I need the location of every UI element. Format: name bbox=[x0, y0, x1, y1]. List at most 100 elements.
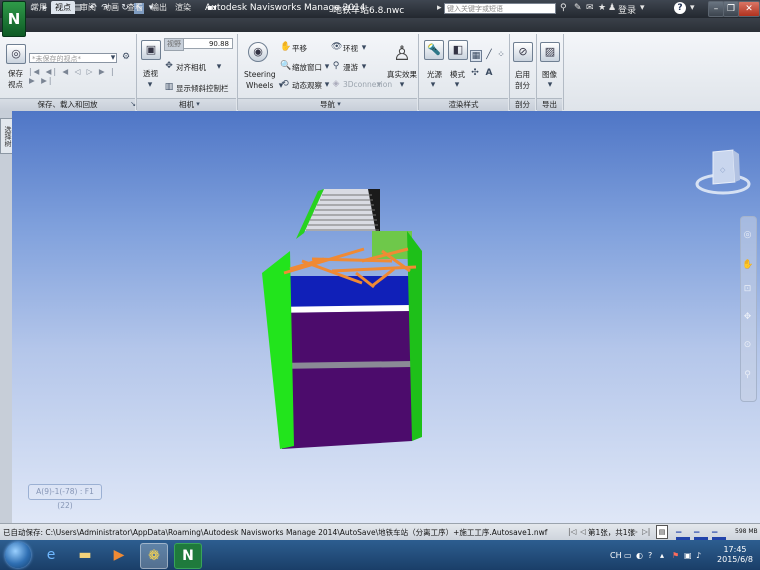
search-expand-icon[interactable]: ▸ bbox=[437, 3, 442, 13]
look-around-dropdown-icon[interactable]: ▾ bbox=[359, 43, 369, 53]
perspective-dropdown-icon[interactable]: ▾ bbox=[145, 80, 155, 90]
enable-section-icon[interactable]: ⊘ bbox=[513, 42, 533, 62]
user-icon-2[interactable]: ♟ bbox=[608, 3, 616, 13]
navisworks-taskbar-icon[interactable]: N bbox=[174, 543, 202, 569]
viewcube-icon[interactable]: ◇ bbox=[695, 142, 751, 202]
volume-tray-icon[interactable]: ♪ bbox=[696, 551, 701, 560]
binoculars-icon[interactable]: ⚲ bbox=[560, 3, 567, 13]
enable-section-label-2[interactable]: 剖分 bbox=[515, 80, 530, 91]
help-dropdown-icon[interactable]: ▾ bbox=[690, 3, 695, 13]
login-label[interactable]: 登录 bbox=[618, 3, 636, 16]
orbit-label[interactable]: 动态观察 bbox=[292, 80, 322, 91]
communication-icon[interactable]: ✉ bbox=[586, 3, 594, 13]
login-dropdown-icon[interactable]: ▾ bbox=[640, 3, 645, 13]
image-dropdown-icon[interactable]: ▾ bbox=[545, 80, 555, 90]
zoom-window-icon[interactable]: 🔍 bbox=[280, 61, 291, 71]
explorer-folder-icon[interactable]: ▬ bbox=[72, 543, 98, 567]
walk-icon[interactable]: ⚲ bbox=[331, 61, 341, 71]
look-around-icon[interactable]: 👁 bbox=[331, 42, 342, 52]
save-viewpoint-label-2[interactable]: 视点 bbox=[8, 79, 23, 90]
media-player-icon[interactable]: ▶ bbox=[106, 543, 132, 567]
help-icon[interactable]: ? bbox=[674, 2, 686, 14]
tab-review[interactable]: 审阅 bbox=[77, 1, 99, 14]
start-button[interactable] bbox=[5, 542, 31, 568]
render-mode-cube-icon[interactable]: ◧ bbox=[448, 40, 468, 60]
align-camera-icon[interactable]: ✥ bbox=[164, 61, 174, 71]
minimize-button[interactable]: – bbox=[708, 1, 724, 17]
show-tilt-bar-label[interactable]: 显示倾斜控制栏 bbox=[176, 83, 229, 94]
image-label[interactable]: 图像 bbox=[542, 69, 557, 80]
viewpoint-settings-icon[interactable]: ⚙ bbox=[121, 52, 131, 62]
enable-section-label-1[interactable]: 启用 bbox=[515, 69, 530, 80]
walk-label[interactable]: 漫游 bbox=[343, 62, 358, 73]
mode-label[interactable]: 模式 bbox=[450, 69, 465, 80]
ie-icon[interactable]: e bbox=[38, 543, 64, 567]
3d-viewport[interactable] bbox=[12, 111, 760, 523]
image-export-icon[interactable]: ▨ bbox=[540, 42, 560, 62]
3dconnexion-icon[interactable]: ◈ bbox=[331, 79, 341, 89]
combo-dropdown-icon[interactable]: ▾ bbox=[108, 53, 118, 63]
orbit-nav-icon[interactable]: ✥ bbox=[742, 312, 753, 323]
walk-nav-icon[interactable]: ⚲ bbox=[742, 370, 753, 381]
3dconnexion-dropdown-icon[interactable]: ▾ bbox=[374, 80, 384, 90]
mode-dropdown-icon[interactable]: ▾ bbox=[452, 80, 462, 90]
look-nav-icon[interactable]: ⊙ bbox=[742, 340, 753, 351]
tab-home[interactable]: 常用 bbox=[27, 1, 51, 14]
prev-page-icon[interactable]: ◁ bbox=[580, 527, 586, 536]
maximize-button[interactable]: ❐ bbox=[723, 1, 739, 17]
search-input[interactable]: 键入关键字或短语 bbox=[444, 3, 556, 14]
walk-dropdown-icon[interactable]: ▾ bbox=[359, 62, 369, 72]
pan-nav-icon[interactable]: ✋ bbox=[742, 260, 753, 271]
clock[interactable]: 17:45 2015/6/8 bbox=[712, 545, 758, 565]
3dconnexion-label[interactable]: 3Dconnexion bbox=[343, 80, 392, 89]
save-viewpoint-label-1[interactable]: 保存 bbox=[8, 68, 23, 79]
save-viewpoint-icon[interactable]: ◎ bbox=[6, 44, 26, 64]
align-camera-dropdown-icon[interactable]: ▾ bbox=[214, 62, 224, 72]
favorites-icon[interactable]: ★ bbox=[598, 3, 606, 13]
orbit-icon[interactable]: ⟲ bbox=[280, 79, 290, 89]
look-around-label[interactable]: 环视 bbox=[343, 43, 358, 54]
tab-view[interactable]: 查看 bbox=[124, 1, 146, 14]
snap-points-toggle-icon[interactable]: ✣ bbox=[470, 68, 480, 78]
close-button[interactable]: ✕ bbox=[738, 1, 760, 17]
tab-extra-dropdown-icon[interactable]: ▪▾ bbox=[203, 1, 221, 14]
lines-toggle-icon[interactable]: ╱ bbox=[484, 50, 494, 60]
zoom-nav-icon[interactable]: ⊡ bbox=[742, 284, 753, 295]
sheet-browser-icon[interactable]: ▤ bbox=[656, 525, 668, 539]
steering-wheels-label-2[interactable]: Wheels bbox=[246, 81, 273, 90]
ime-icon[interactable]: ◐ bbox=[636, 551, 643, 560]
text-toggle-icon[interactable]: A bbox=[484, 68, 494, 78]
navigate-panel-dropdown-icon[interactable]: ▾ bbox=[334, 99, 344, 109]
steering-wheels-icon[interactable]: ◉ bbox=[248, 42, 268, 62]
zoom-window-label[interactable]: 缩放窗口 bbox=[292, 62, 322, 73]
pan-label[interactable]: 平移 bbox=[292, 43, 307, 54]
tilt-bar-icon[interactable]: ▥ bbox=[164, 82, 174, 92]
lighting-flashlight-icon[interactable]: 🔦 bbox=[424, 40, 444, 60]
lighting-label[interactable]: 光源 bbox=[427, 69, 442, 80]
realism-label[interactable]: 真实效果 bbox=[387, 69, 417, 80]
steering-wheels-label-1[interactable]: Steering bbox=[244, 70, 276, 79]
application-menu-button[interactable]: N bbox=[2, 1, 26, 37]
align-camera-label[interactable]: 对齐相机 bbox=[176, 62, 206, 73]
playback-controls[interactable]: |◀ ◀| ◀ ◁ ▷ ▶ |▶ ▶| bbox=[29, 67, 121, 85]
tray-arrow-icon[interactable]: ▴ bbox=[660, 551, 664, 560]
subscription-icon[interactable]: ✎ bbox=[574, 3, 582, 13]
pan-hand-icon[interactable]: ✋ bbox=[280, 42, 291, 52]
colorful-app-icon[interactable]: ❁ bbox=[140, 543, 168, 569]
points-toggle-icon[interactable]: ⁘ bbox=[496, 50, 506, 60]
camera-panel-dropdown-icon[interactable]: ▾ bbox=[193, 99, 203, 109]
lighting-dropdown-icon[interactable]: ▾ bbox=[428, 80, 438, 90]
viewpoint-combo[interactable]: *未保存的视点* bbox=[29, 53, 117, 63]
help-tray-icon[interactable]: ? bbox=[648, 551, 652, 560]
fov-input[interactable]: 90.88 bbox=[183, 38, 233, 49]
language-indicator[interactable]: CH bbox=[610, 551, 622, 560]
realism-dropdown-icon[interactable]: ▾ bbox=[397, 80, 407, 90]
first-page-icon[interactable]: |◁ bbox=[568, 527, 576, 536]
tab-render[interactable]: 渲染 bbox=[172, 1, 194, 14]
realism-figure-icon[interactable]: ♙ bbox=[393, 40, 411, 66]
next-page-icon[interactable]: ▷ bbox=[632, 527, 638, 536]
tab-animation[interactable]: 动画 bbox=[100, 1, 122, 14]
perspective-camera-icon[interactable]: ▣ bbox=[141, 40, 161, 60]
surfaces-toggle-icon[interactable]: ▦ bbox=[470, 50, 482, 62]
perspective-label[interactable]: 透视 bbox=[143, 68, 158, 79]
